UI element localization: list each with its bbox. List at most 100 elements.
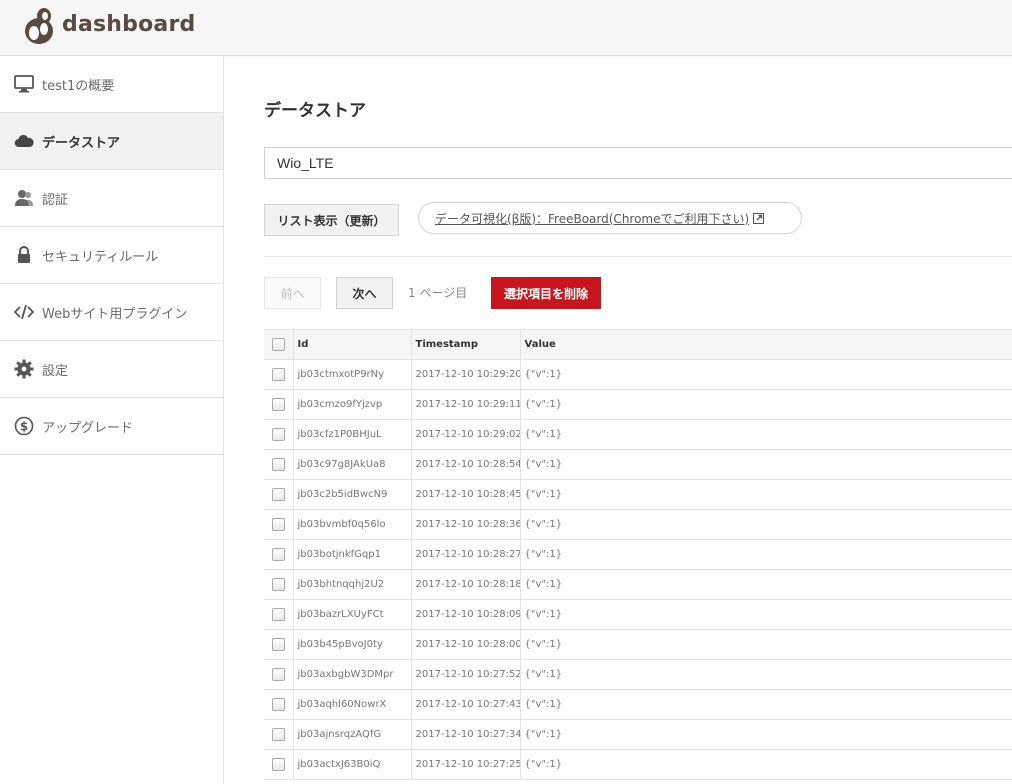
cell-timestamp: 2017-12-10 10:29:02 <box>411 419 521 450</box>
cell-id: jb03bhtnqqhj2U2 <box>293 569 412 600</box>
row-select-cell <box>264 659 294 690</box>
column-header-id[interactable]: Id <box>293 329 412 360</box>
row-checkbox[interactable] <box>271 728 285 741</box>
cell-id: jb03axbgbW3DMpr <box>293 659 412 690</box>
row-checkbox[interactable] <box>271 608 285 621</box>
cell-timestamp: 2017-12-10 10:28:54 <box>411 449 521 480</box>
data-table-container: Id Timestamp Value jb03ctmxotP9rNy 2017-… <box>264 329 1012 780</box>
select-all-cell <box>264 329 294 360</box>
table-header-row: Id Timestamp Value <box>264 329 1012 360</box>
logo-text[interactable]: dashboard <box>62 12 195 37</box>
sidebar-item-label: test1の概要 <box>42 78 115 94</box>
row-checkbox[interactable] <box>271 488 285 501</box>
row-checkbox[interactable] <box>271 428 285 441</box>
row-checkbox[interactable] <box>271 578 285 591</box>
cell-id: jb03c2b5idBwcN9 <box>293 479 412 510</box>
row-checkbox[interactable] <box>271 698 285 711</box>
table-row: jb03c2b5idBwcN9 2017-12-10 10:28:45 {"v"… <box>264 479 1012 510</box>
cell-value: {"v":1} <box>520 449 1012 480</box>
cell-timestamp: 2017-12-10 10:27:43 <box>411 689 521 720</box>
row-select-cell <box>264 629 294 660</box>
cell-value: {"v":1} <box>520 629 1012 660</box>
table-row: jb03axbgbW3DMpr 2017-12-10 10:27:52 {"v"… <box>264 659 1012 690</box>
row-checkbox[interactable] <box>271 368 285 381</box>
cell-id: jb03c97g8JAkUa8 <box>293 449 412 480</box>
row-select-cell <box>264 569 294 600</box>
row-select-cell <box>264 689 294 720</box>
gear-icon <box>14 359 34 379</box>
divider <box>264 256 1012 257</box>
row-checkbox[interactable] <box>271 518 285 531</box>
cell-id: jb03botjnkfGqp1 <box>293 539 412 570</box>
table-row: jb03ajnsrqzAQfG 2017-12-10 10:27:34 {"v"… <box>264 719 1012 750</box>
sidebar: test1の概要 データストア 認証 セキュリティルール Webサイト用プラグイ… <box>0 56 224 784</box>
cell-id: jb03cfz1P0BHJuL <box>293 419 412 450</box>
cell-timestamp: 2017-12-10 10:28:27 <box>411 539 521 570</box>
refresh-list-button[interactable]: リスト表示（更新） <box>264 204 399 236</box>
table-row: jb03aqhl60NowrX 2017-12-10 10:27:43 {"v"… <box>264 689 1012 720</box>
prev-page-button[interactable]: 前へ <box>264 277 321 309</box>
delete-selected-button[interactable]: 選択項目を削除 <box>491 277 601 309</box>
column-header-value[interactable]: Value <box>520 329 1012 360</box>
row-select-cell <box>264 389 294 420</box>
cell-id: jb03actxJ63B0iQ <box>293 749 412 780</box>
row-select-cell <box>264 599 294 630</box>
cell-timestamp: 2017-12-10 10:27:25 <box>411 749 521 780</box>
cell-timestamp: 2017-12-10 10:28:00 <box>411 629 521 660</box>
main-content: データストア リスト表示（更新） データ可視化(β版)：FreeBoard(Ch… <box>224 56 1012 784</box>
row-checkbox[interactable] <box>271 668 285 681</box>
cell-id: jb03bazrLXUyFCt <box>293 599 412 630</box>
table-row: jb03bhtnqqhj2U2 2017-12-10 10:28:18 {"v"… <box>264 569 1012 600</box>
freeboard-link[interactable]: データ可視化(β版)：FreeBoard(Chromeでご利用下さい) <box>418 202 802 234</box>
cell-value: {"v":1} <box>520 509 1012 540</box>
row-select-cell <box>264 479 294 510</box>
row-checkbox[interactable] <box>271 758 285 771</box>
sidebar-item-datastore[interactable]: データストア <box>0 113 223 170</box>
sidebar-item-label: Webサイト用プラグイン <box>42 306 188 322</box>
external-link-icon <box>753 212 765 224</box>
cell-id: jb03ctmxotP9rNy <box>293 359 412 390</box>
table-row: jb03ctmxotP9rNy 2017-12-10 10:29:20 {"v"… <box>264 359 1012 390</box>
cell-value: {"v":1} <box>520 569 1012 600</box>
logo-icon[interactable] <box>22 7 56 45</box>
row-checkbox[interactable] <box>271 458 285 471</box>
sidebar-item-upgrade[interactable]: $ アップグレード <box>0 398 223 455</box>
collection-input[interactable] <box>264 147 1012 179</box>
lock-icon <box>14 245 34 265</box>
sidebar-item-label: 設定 <box>42 363 69 379</box>
row-checkbox[interactable] <box>271 548 285 561</box>
sidebar-item-settings[interactable]: 設定 <box>0 341 223 398</box>
table-row: jb03bvmbf0q56lo 2017-12-10 10:28:36 {"v"… <box>264 509 1012 540</box>
users-icon <box>14 188 34 208</box>
sidebar-item-auth[interactable]: 認証 <box>0 170 223 227</box>
select-all-checkbox[interactable] <box>271 338 285 351</box>
cell-value: {"v":1} <box>520 359 1012 390</box>
column-header-timestamp[interactable]: Timestamp <box>411 329 521 360</box>
cell-id: jb03ajnsrqzAQfG <box>293 719 412 750</box>
page-indicator: 1 ページ目 <box>408 286 468 300</box>
cell-timestamp: 2017-12-10 10:28:45 <box>411 479 521 510</box>
freeboard-link-label[interactable]: データ可視化(β版)：FreeBoard(Chromeでご利用下さい) <box>435 210 749 227</box>
cell-value: {"v":1} <box>520 749 1012 780</box>
code-icon <box>14 302 34 322</box>
sidebar-item-label: データストア <box>42 135 121 151</box>
sidebar-item-label: 認証 <box>42 192 69 208</box>
row-checkbox[interactable] <box>271 638 285 651</box>
table-row: jb03b45pBvoJ0ty 2017-12-10 10:28:00 {"v"… <box>264 629 1012 660</box>
table-row: jb03c97g8JAkUa8 2017-12-10 10:28:54 {"v"… <box>264 449 1012 480</box>
table-row: jb03botjnkfGqp1 2017-12-10 10:28:27 {"v"… <box>264 539 1012 570</box>
cell-timestamp: 2017-12-10 10:28:18 <box>411 569 521 600</box>
svg-text:$: $ <box>20 420 28 434</box>
cell-timestamp: 2017-12-10 10:27:34 <box>411 719 521 750</box>
data-table: Id Timestamp Value jb03ctmxotP9rNy 2017-… <box>264 329 1012 780</box>
cell-value: {"v":1} <box>520 419 1012 450</box>
cell-value: {"v":1} <box>520 659 1012 690</box>
row-select-cell <box>264 719 294 750</box>
cell-timestamp: 2017-12-10 10:28:36 <box>411 509 521 540</box>
next-page-button[interactable]: 次へ <box>336 277 393 309</box>
sidebar-item-security[interactable]: セキュリティルール <box>0 227 223 284</box>
sidebar-item-overview[interactable]: test1の概要 <box>0 56 223 113</box>
sidebar-item-plugin[interactable]: Webサイト用プラグイン <box>0 284 223 341</box>
row-select-cell <box>264 419 294 450</box>
row-checkbox[interactable] <box>271 398 285 411</box>
